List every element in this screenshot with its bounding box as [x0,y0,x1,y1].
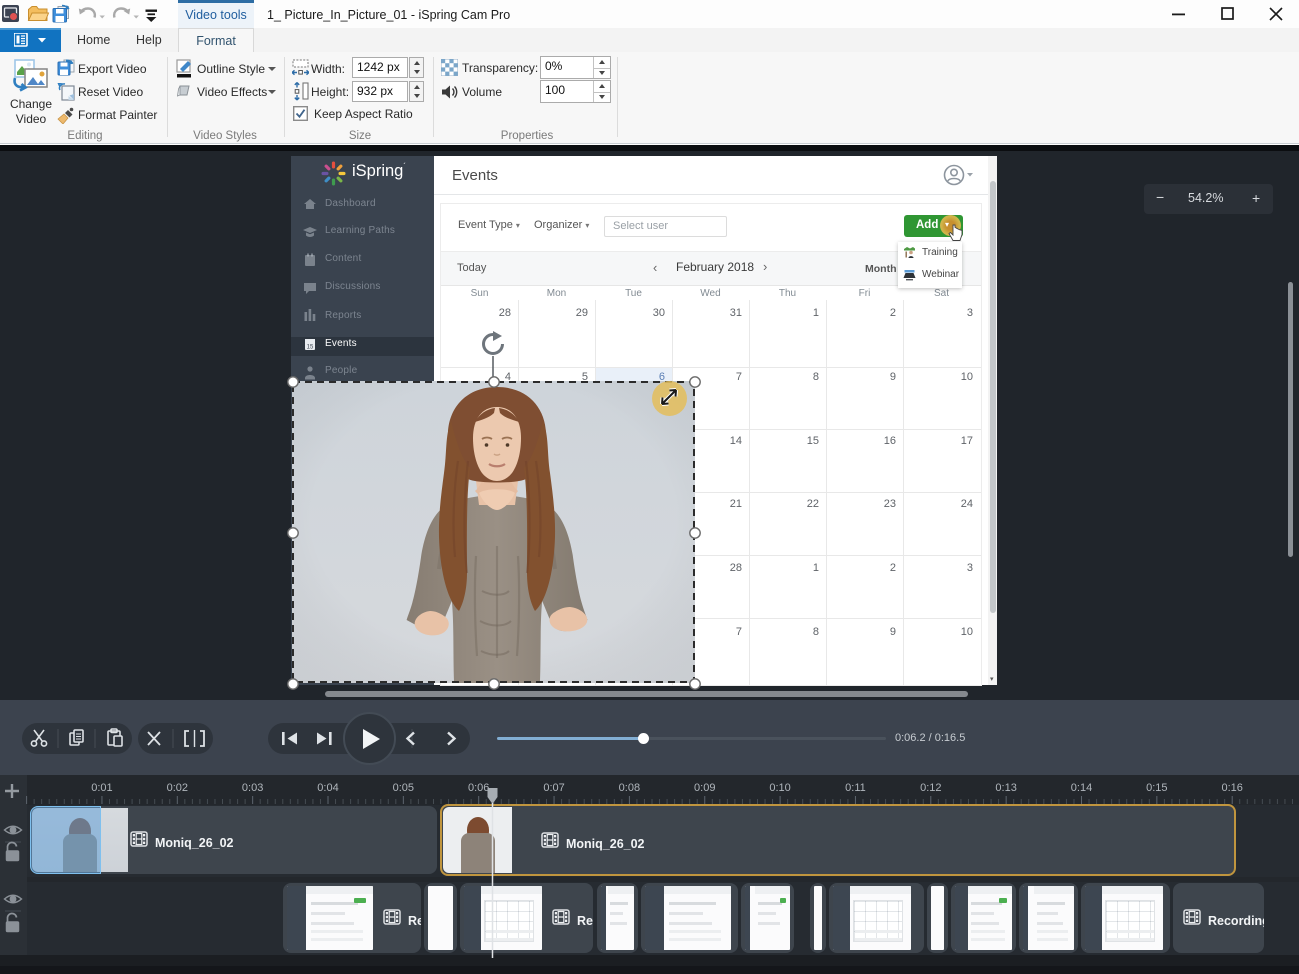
svg-text:15: 15 [307,345,314,351]
